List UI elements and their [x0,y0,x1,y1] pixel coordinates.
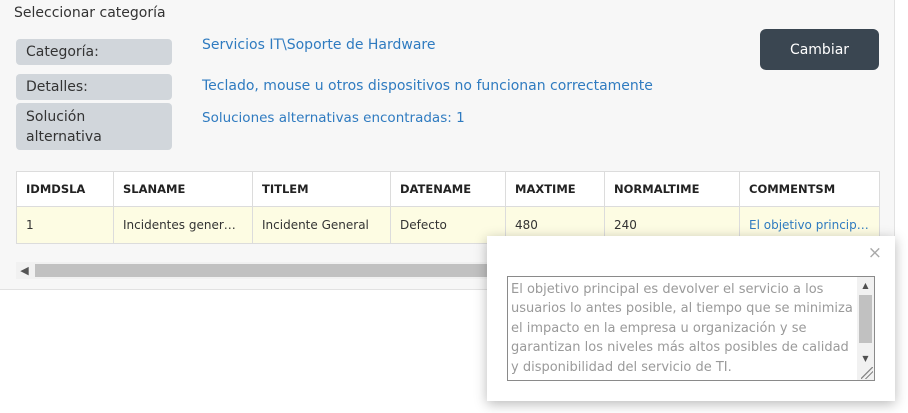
section-title: Seleccionar categoría [14,5,166,21]
column-header[interactable]: IDMDSLA [16,171,114,207]
chevron-down-icon[interactable]: ▼ [857,350,874,366]
column-header[interactable]: DATENAME [390,171,506,207]
column-header[interactable]: COMMENTSM [739,171,880,207]
category-label: Categoría: [16,39,172,65]
comment-text: El objetivo principal es devolver el ser… [511,282,853,375]
sla-table: IDMDSLA SLANAME TITLEM DATENAME MAXTIME … [16,171,880,244]
details-label: Detalles: [16,74,172,100]
table-cell: Incidente General [252,206,391,244]
chevron-left-icon[interactable]: ◀ [16,262,33,279]
comment-textarea[interactable]: El objetivo principal es devolver el ser… [507,276,875,381]
column-header[interactable]: NORMALTIME [604,171,740,207]
category-value-link[interactable]: Servicios IT\Soporte de Hardware [202,37,435,53]
close-icon[interactable]: × [868,245,882,262]
change-button[interactable]: Cambiar [760,29,879,70]
table-cell: 1 [16,206,114,244]
column-header[interactable]: MAXTIME [505,171,605,207]
vertical-scrollbar[interactable]: ▲ ▼ [857,277,874,380]
scrollbar-thumb[interactable] [859,295,872,343]
column-header[interactable]: TITLEM [252,171,391,207]
resize-grip-icon[interactable] [861,367,873,379]
chevron-up-icon[interactable]: ▲ [857,277,874,293]
details-value-link[interactable]: Teclado, mouse u otros dispositivos no f… [202,78,653,94]
table-cell: Incidentes generales [113,206,253,244]
comment-popup: × El objetivo principal es devolver el s… [487,236,895,401]
workaround-label: Solución alternativa [16,103,172,150]
column-header[interactable]: SLANAME [113,171,253,207]
table-header-row: IDMDSLA SLANAME TITLEM DATENAME MAXTIME … [16,171,880,207]
scrollbar-thumb[interactable] [35,264,505,277]
workarounds-found-link[interactable]: Soluciones alternativas encontradas: 1 [202,110,465,126]
